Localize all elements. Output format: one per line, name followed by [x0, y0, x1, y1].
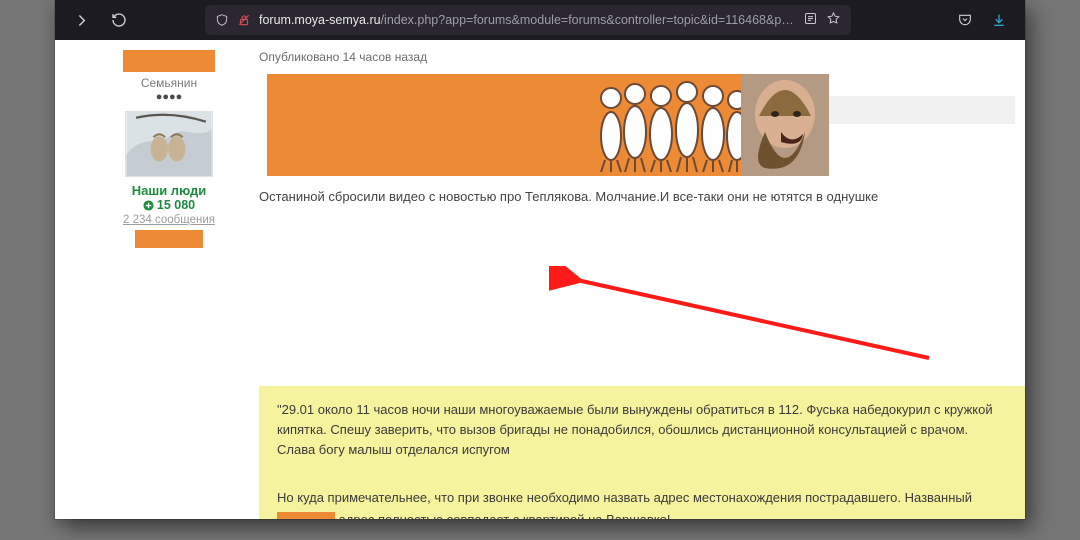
- username-redacted: [123, 50, 215, 72]
- quote-p1: "29.01 около 11 часов ночи наши многоува…: [277, 400, 1009, 460]
- author-reputation[interactable]: 15 080: [99, 198, 239, 212]
- downloads-icon[interactable]: [983, 4, 1015, 36]
- quote-block: "29.01 около 11 часов ночи наши многоува…: [259, 386, 1025, 519]
- author-panel: Семьянин ●●●● Наши люди 15 080 2 234 соо…: [99, 50, 239, 248]
- annotation-arrow-icon: [549, 266, 949, 386]
- quote-redacted: [277, 512, 335, 519]
- quote-p2: Но куда примечательнее, что при звонке н…: [277, 488, 1009, 519]
- reader-mode-icon[interactable]: [803, 11, 818, 29]
- location-redacted: [135, 230, 203, 248]
- pocket-icon[interactable]: [949, 4, 981, 36]
- forward-button[interactable]: [65, 4, 97, 36]
- window-frame: forum.moya-semya.ru/index.php?app=forums…: [55, 0, 1025, 519]
- bookmark-star-icon[interactable]: [826, 11, 841, 29]
- shield-icon: [215, 13, 229, 27]
- post-body: Опубликовано 14 часов назад: [259, 50, 1015, 207]
- page-content: Семьянин ●●●● Наши люди 15 080 2 234 соо…: [55, 40, 1025, 519]
- url-text: forum.moya-semya.ru/index.php?app=forums…: [259, 13, 795, 27]
- address-bar[interactable]: forum.moya-semya.ru/index.php?app=forums…: [205, 5, 851, 35]
- author-avatar[interactable]: [125, 111, 213, 177]
- author-group: Наши люди: [99, 183, 239, 198]
- rank-pips: ●●●●: [99, 91, 239, 103]
- embedded-banner: [259, 74, 1015, 176]
- browser-toolbar: forum.moya-semya.ru/index.php?app=forums…: [55, 0, 1025, 40]
- lock-insecure-icon: [237, 13, 251, 27]
- post-timestamp[interactable]: Опубликовано 14 часов назад: [259, 50, 1015, 64]
- post-text: Останиной сбросили видео с новостью про …: [259, 188, 879, 207]
- cartoon-figures-icon: [591, 78, 751, 174]
- author-postcount[interactable]: 2 234 сообщения: [99, 214, 239, 226]
- person-photo: [741, 74, 829, 176]
- author-role: Семьянин: [99, 76, 239, 90]
- reload-button[interactable]: [103, 4, 135, 36]
